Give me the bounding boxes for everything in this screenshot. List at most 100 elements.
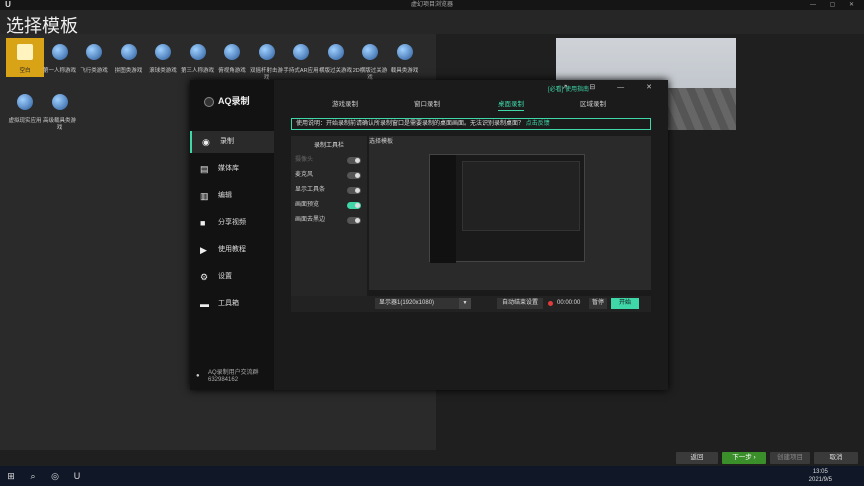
recording-control-bar: 显示器1(1920x1080) ▼ 自动结束设置 00:00:00 暂停 开始 xyxy=(291,296,651,312)
toggle-switch[interactable] xyxy=(347,172,361,179)
screen-preview: 选择模板 xyxy=(369,136,651,296)
toolbar-option-label: 画面预览 xyxy=(295,202,320,208)
pause-button[interactable]: 暂停 xyxy=(589,298,607,309)
window-controls[interactable]: — ▢ ✕ xyxy=(810,0,860,10)
template-label: 载具类游戏 xyxy=(390,68,419,74)
next-button[interactable]: 下一步 › xyxy=(722,452,766,464)
aq-taskbar-icon[interactable]: ◎ xyxy=(48,469,62,483)
record-mode-tab[interactable]: 区域录制 xyxy=(580,98,606,108)
nav-icon: ◉ xyxy=(202,137,210,147)
template-label: 空白 xyxy=(19,68,31,74)
template-item[interactable]: 第一人称游戏 xyxy=(41,38,79,75)
template-icon xyxy=(253,38,281,66)
auto-stop-button[interactable]: 自动结束设置 xyxy=(497,298,543,309)
aq-logo: AQ录制 xyxy=(204,94,250,107)
aq-header: [必看] 使用指南 ↗ ⊟ — ✕ 游戏录制 窗口录制 桌面录制 区域录制 xyxy=(274,80,668,111)
template-item[interactable]: 虚拟现实应用 xyxy=(6,88,44,125)
usage-tip: 使用说明：开始录制前请确认所录制窗口是需要录制的桌面画面。无法识别录制桌面？ 点… xyxy=(291,118,651,130)
aq-user-group[interactable]: AQ录制用户交流群 632984162 xyxy=(196,370,259,384)
create-project-button[interactable]: 创建项目 xyxy=(770,452,810,464)
template-item[interactable]: 2D横版过关游戏 xyxy=(351,38,389,82)
record-indicator-icon xyxy=(548,301,553,306)
template-label: 飞行类游戏 xyxy=(80,68,108,74)
template-item[interactable]: 拼图类游戏 xyxy=(110,38,148,75)
search-icon[interactable]: ⌕ xyxy=(26,469,40,483)
chevron-down-icon: ▼ xyxy=(459,298,471,309)
template-item[interactable]: 俯视角游戏 xyxy=(213,38,251,75)
template-icon xyxy=(115,38,143,66)
template-label: 拼图类游戏 xyxy=(114,68,143,74)
unreal-logo-icon: U xyxy=(5,0,11,9)
toggle-switch[interactable] xyxy=(347,187,361,194)
template-label: 第三人称游戏 xyxy=(180,68,214,74)
window-title: 虚幻项目浏览器 xyxy=(410,2,453,8)
nav-item[interactable]: ⚙ 设置 xyxy=(190,266,274,288)
clock[interactable]: 13:05 2021/9/5 xyxy=(809,468,832,484)
template-item[interactable]: 滚球类游戏 xyxy=(144,38,182,75)
template-icon xyxy=(11,88,39,116)
nav-icon: ⚙ xyxy=(200,272,209,282)
template-item[interactable]: 载具类游戏 xyxy=(386,38,424,75)
template-item[interactable]: 飞行类游戏 xyxy=(75,38,113,75)
toolbar-option-label: 摄像头 xyxy=(295,157,314,163)
toolbar-option: 画面去黑边 xyxy=(291,213,367,228)
template-icon xyxy=(287,38,315,66)
aq-logo-icon xyxy=(204,96,214,107)
toolbar-option: 麦克风 xyxy=(291,168,367,183)
template-icon xyxy=(356,38,384,66)
nav-label: 编辑 xyxy=(218,192,232,199)
start-button[interactable]: 开始 xyxy=(611,298,639,309)
unreal-taskbar-icon[interactable]: U xyxy=(70,469,84,483)
template-item[interactable]: 手持式AR应用 xyxy=(282,38,320,75)
nav-icon: ▤ xyxy=(200,164,209,174)
nav-item[interactable]: ▶ 使用教程 xyxy=(190,239,274,261)
preview-nested-window xyxy=(429,154,585,263)
nav-label: 录制 xyxy=(220,138,234,145)
nav-icon: ▥ xyxy=(200,191,209,201)
template-item[interactable]: 高级载具类游戏 xyxy=(41,88,79,132)
record-mode-tab[interactable]: 桌面录制 xyxy=(498,98,524,111)
template-label: 滚球类游戏 xyxy=(149,68,177,74)
record-mode-tab[interactable]: 游戏录制 xyxy=(332,98,358,108)
nav-item[interactable]: ▬ 工具箱 xyxy=(190,293,274,315)
toolbar-option-label: 显示工具条 xyxy=(295,187,326,193)
cancel-button[interactable]: 取消 xyxy=(814,452,858,464)
template-item[interactable]: 横版过关游戏 xyxy=(317,38,355,75)
nav-item[interactable]: ◉ 录制 xyxy=(190,131,274,153)
template-item[interactable]: 第三人称游戏 xyxy=(179,38,217,75)
template-icon xyxy=(80,38,108,66)
display-select[interactable]: 显示器1(1920x1080) ▼ xyxy=(375,298,471,309)
back-button[interactable]: 返回 xyxy=(676,452,718,464)
nav-item[interactable]: ▥ 编辑 xyxy=(190,185,274,207)
recording-toolbar-panel: 录制工具栏 摄像头 麦克风 显示工具条 画面预览 画面去黑边 xyxy=(291,136,367,312)
template-label: 手持式AR应用 xyxy=(283,68,319,74)
template-icon xyxy=(149,38,177,66)
template-label: 虚拟现实应用 xyxy=(8,118,42,124)
nav-label: 工具箱 xyxy=(218,300,239,307)
template-icon xyxy=(184,38,212,66)
aq-window-controls[interactable]: ↗ ⊟ — ✕ xyxy=(562,83,662,91)
toolbar-option: 画面预览 xyxy=(291,198,367,213)
toggle-switch[interactable] xyxy=(347,217,361,224)
toggle-switch[interactable] xyxy=(347,202,361,209)
template-item[interactable]: 空白 xyxy=(6,38,44,77)
toggle-switch[interactable] xyxy=(347,157,361,164)
nav-icon: ▬ xyxy=(200,299,209,309)
template-label: 横版过关游戏 xyxy=(318,68,352,74)
aq-group-number: 632984162 xyxy=(208,377,239,383)
nav-item[interactable]: ■ 分享视频 xyxy=(190,212,274,234)
nav-label: 分享视频 xyxy=(218,219,246,226)
nav-item[interactable]: ▤ 媒体库 xyxy=(190,158,274,180)
toolbar-option: 摄像头 xyxy=(291,153,367,168)
template-icon xyxy=(11,38,39,66)
windows-start-icon[interactable]: ⊞ xyxy=(4,469,18,483)
template-label: 第一人称游戏 xyxy=(42,68,76,74)
feedback-link[interactable]: 点击反馈 xyxy=(526,121,550,127)
record-mode-tab[interactable]: 窗口录制 xyxy=(414,98,440,108)
clock-date: 2021/9/5 xyxy=(808,477,832,483)
template-icon xyxy=(218,38,246,66)
taskbar: ⊞ ⌕ ◎ U 13:05 2021/9/5 xyxy=(0,466,864,486)
template-item[interactable]: 双摇杆射击游戏 xyxy=(248,38,286,82)
window-title-bar: U 虚幻项目浏览器 — ▢ ✕ xyxy=(0,0,864,10)
nav-icon: ■ xyxy=(200,218,206,228)
